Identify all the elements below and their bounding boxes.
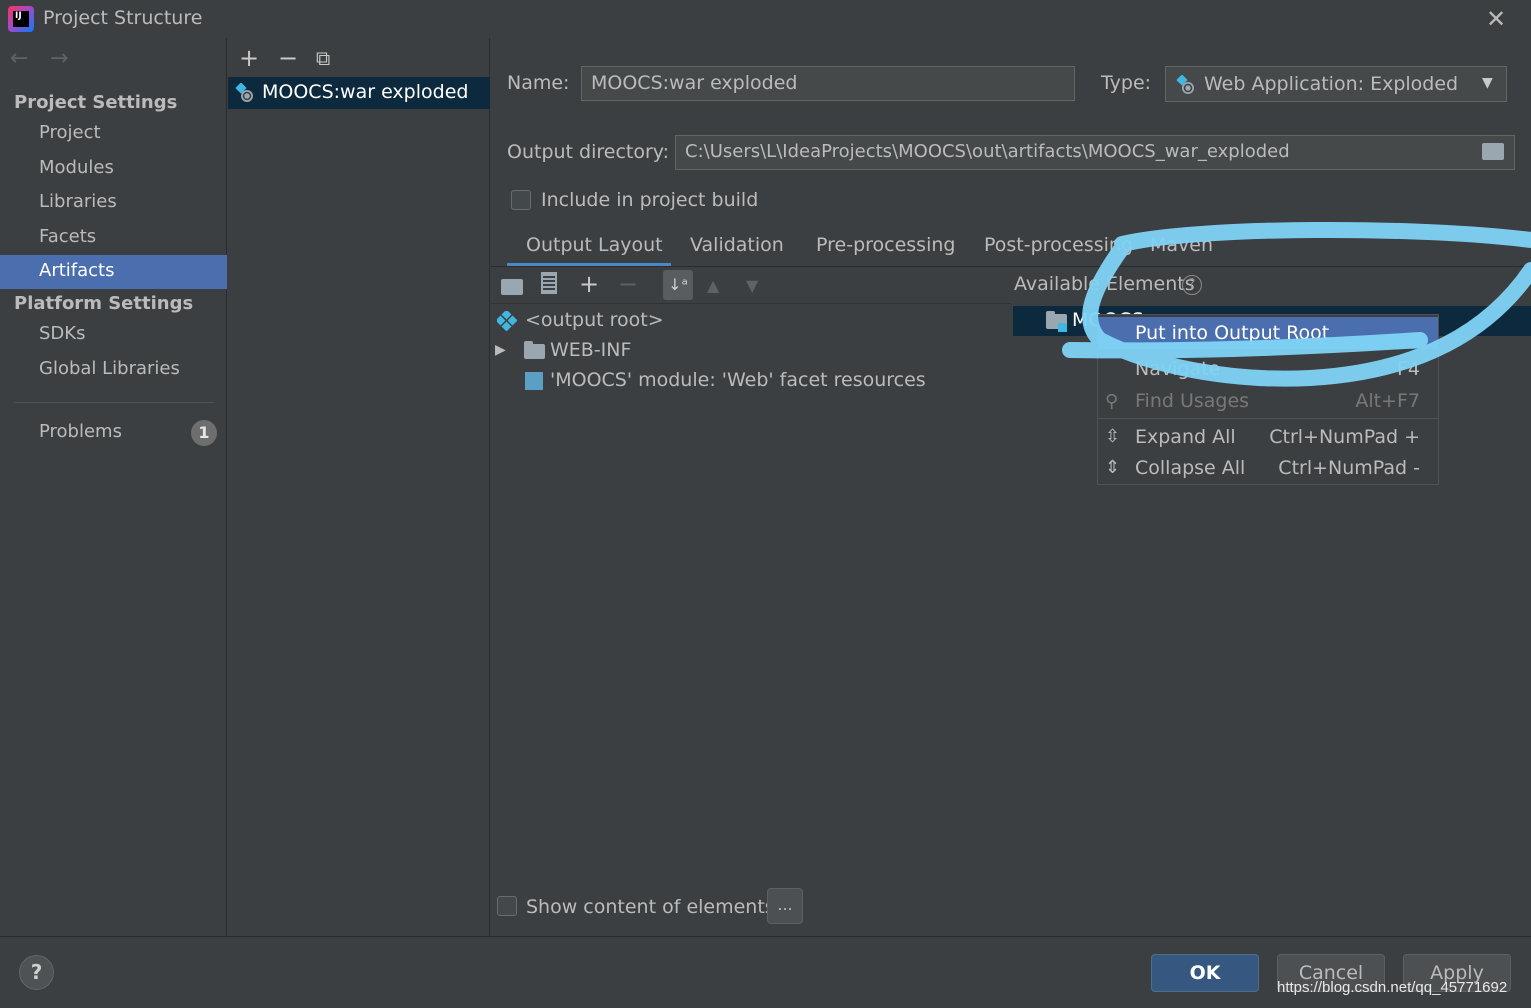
menu-item-shortcut: F4: [1396, 358, 1420, 380]
sidebar-divider: [14, 402, 214, 403]
browse-folder-icon[interactable]: [1482, 143, 1504, 160]
tab-post-processing[interactable]: Post-processing: [984, 234, 1133, 256]
platform-settings-heading: Platform Settings: [14, 293, 194, 314]
logo-text: IJ: [13, 11, 29, 27]
remove-element-icon[interactable]: −: [618, 270, 638, 298]
toolbar-divider: [491, 303, 1011, 304]
type-label: Type:: [1101, 72, 1152, 94]
copy-icon[interactable]: ⧉: [316, 46, 330, 70]
add-copy-of-icon[interactable]: +: [579, 270, 599, 298]
web-artifact-icon: [1176, 75, 1194, 94]
sidebar-item-project[interactable]: Project: [0, 117, 227, 151]
include-build-checkbox[interactable]: [511, 190, 531, 210]
tab-output-layout[interactable]: Output Layout: [526, 234, 663, 256]
show-content-checkbox[interactable]: [497, 896, 517, 916]
sidebar-item-facets[interactable]: Facets: [0, 221, 227, 255]
menu-item-collapse-all[interactable]: Collapse All Ctrl+NumPad -: [1098, 452, 1438, 484]
remove-icon[interactable]: −: [278, 44, 298, 72]
tab-divider: [491, 266, 1531, 267]
menu-item-navigate[interactable]: Navigate F4: [1098, 353, 1438, 385]
ok-button[interactable]: OK: [1151, 954, 1259, 992]
name-field[interactable]: MOOCS:war exploded: [581, 66, 1075, 101]
menu-separator: [1098, 418, 1438, 419]
menu-item-find-usages[interactable]: Find Usages Alt+F7: [1098, 385, 1438, 417]
menu-item-shortcut: Ctrl+NumPad -: [1278, 457, 1420, 479]
expand-all-icon: ⇳: [1105, 426, 1121, 447]
menu-item-shortcut: Ctrl+NumPad +: [1269, 426, 1420, 448]
sidebar-item-global-libraries[interactable]: Global Libraries: [0, 353, 227, 387]
create-archive-icon[interactable]: [541, 272, 557, 294]
move-up-icon[interactable]: ▲: [707, 276, 719, 295]
menu-item-shortcut: Alt+F7: [1355, 390, 1420, 412]
output-dir-label: Output directory:: [507, 141, 670, 163]
tree-item-facet-resources[interactable]: 'MOOCS' module: 'Web' facet resources: [550, 369, 926, 391]
window-title: Project Structure: [43, 7, 203, 29]
sidebar-item-modules[interactable]: Modules: [0, 152, 227, 186]
forward-arrow-icon[interactable]: →: [50, 46, 68, 71]
include-build-label: Include in project build: [541, 189, 759, 211]
help-circle-icon[interactable]: ?: [1182, 275, 1202, 295]
name-label: Name:: [507, 72, 570, 94]
title-bar: [0, 0, 1531, 38]
output-root-icon: [497, 311, 517, 331]
module-badge-icon: [1058, 323, 1067, 332]
show-content-label: Show content of elements: [526, 896, 775, 918]
sidebar-item-libraries[interactable]: Libraries: [0, 186, 227, 220]
chevron-down-icon[interactable]: ▼: [1482, 75, 1493, 91]
show-content-options-button[interactable]: ...: [767, 888, 803, 924]
add-icon[interactable]: +: [239, 44, 259, 72]
move-down-icon[interactable]: ▼: [746, 276, 758, 295]
menu-item-label: Find Usages: [1135, 390, 1250, 412]
help-button[interactable]: ?: [19, 955, 54, 990]
search-icon: ⚲: [1105, 391, 1119, 412]
menu-item-expand-all[interactable]: Expand All Ctrl+NumPad +: [1098, 421, 1438, 453]
watermark-text: https://blog.csdn.net/qq_45771692: [1277, 979, 1508, 996]
footer-divider: [0, 936, 1531, 937]
tab-pre-processing[interactable]: Pre-processing: [816, 234, 955, 256]
menu-item-label: Collapse All: [1135, 457, 1246, 479]
artifact-editor: [491, 38, 1531, 936]
web-artifact-icon: [235, 83, 253, 102]
menu-item-label: Navigate: [1135, 358, 1221, 380]
tree-item-output-root[interactable]: <output root>: [525, 309, 664, 331]
output-dir-field[interactable]: C:\Users\L\IdeaProjects\MOOCS\out\artifa…: [675, 135, 1515, 170]
expand-arrow-icon[interactable]: ▶: [495, 342, 506, 358]
new-directory-icon[interactable]: [501, 273, 523, 295]
tree-item-web-inf[interactable]: WEB-INF: [550, 339, 631, 361]
available-elements-label: Available Elements: [1014, 273, 1195, 295]
facet-resources-icon: [525, 372, 543, 390]
menu-item-label: Expand All: [1135, 426, 1236, 448]
intellij-logo-icon: IJ: [8, 6, 34, 32]
sidebar-item-sdks[interactable]: SDKs: [0, 318, 227, 352]
menu-item-put-into-output-root[interactable]: Put into Output Root: [1098, 317, 1438, 349]
problems-count-badge: 1: [191, 420, 217, 446]
tab-validation[interactable]: Validation: [690, 234, 784, 256]
type-value: Web Application: Exploded: [1204, 73, 1459, 95]
type-dropdown[interactable]: Web Application: Exploded: [1165, 66, 1507, 102]
sidebar-item-artifacts[interactable]: Artifacts: [0, 255, 227, 289]
artifact-list-panel: [228, 38, 490, 936]
project-settings-heading: Project Settings: [14, 92, 178, 113]
sort-elements-icon[interactable]: ↓ᵃ: [663, 270, 693, 300]
menu-item-label: Put into Output Root: [1135, 322, 1330, 344]
folder-icon: [524, 341, 545, 359]
artifact-item[interactable]: MOOCS:war exploded: [228, 77, 490, 109]
back-arrow-icon[interactable]: ←: [10, 46, 28, 71]
artifact-item-label: MOOCS:war exploded: [262, 81, 469, 103]
tab-maven[interactable]: Maven: [1150, 234, 1213, 256]
collapse-all-icon: ⇕: [1105, 457, 1121, 478]
close-icon[interactable]: ✕: [1486, 5, 1506, 33]
